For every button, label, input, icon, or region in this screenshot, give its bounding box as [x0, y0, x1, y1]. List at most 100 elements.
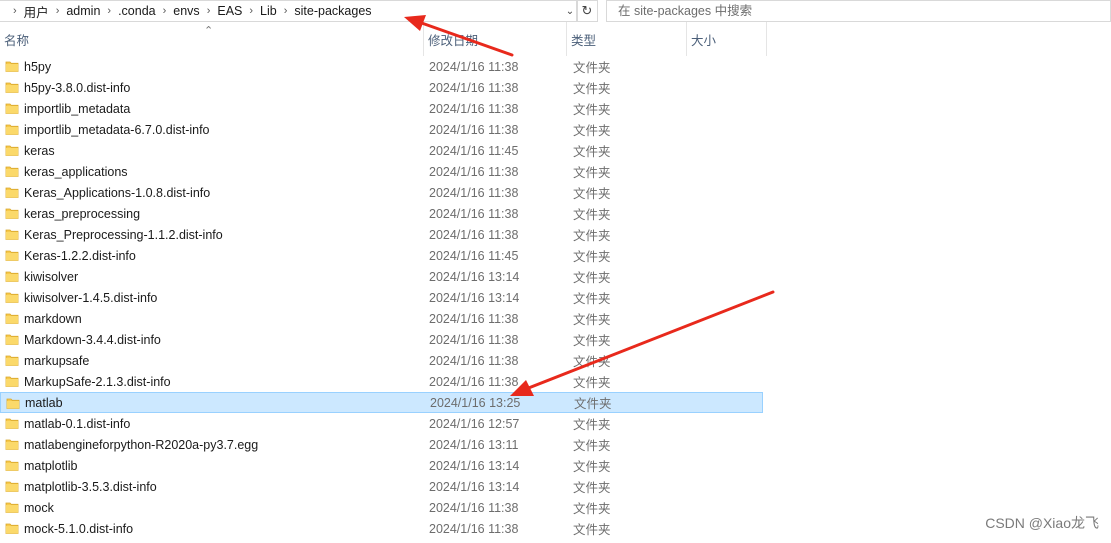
folder-icon [5, 292, 19, 303]
column-header-date[interactable]: 修改日期 [424, 22, 567, 56]
column-header-type[interactable]: 类型 [567, 22, 687, 56]
breadcrumb-item-envs[interactable]: envs [173, 4, 199, 18]
folder-icon [5, 124, 19, 135]
search-box[interactable] [606, 0, 1111, 22]
chevron-right-icon[interactable]: › [13, 5, 17, 17]
folder-icon [5, 187, 19, 198]
file-row[interactable]: Keras_Preprocessing-1.1.2.dist-info 2024/… [0, 224, 763, 245]
file-row[interactable]: mock-5.1.0.dist-info 2024/1/16 11:38 文件夹 [0, 518, 763, 539]
file-type: 文件夹 [573, 103, 611, 117]
folder-icon [5, 313, 19, 324]
breadcrumb-item-eas[interactable]: EAS [217, 4, 242, 18]
file-row[interactable]: MarkupSafe-2.1.3.dist-info 2024/1/16 11:3… [0, 371, 763, 392]
breadcrumb: › 用户 › admin › .conda › envs › EAS › Lib… [0, 1, 563, 21]
chevron-right-icon[interactable]: › [207, 5, 211, 17]
folder-icon [5, 208, 19, 219]
file-modified-date: 2024/1/16 13:14 [429, 458, 520, 473]
file-name: Keras_Applications-1.0.8.dist-info [24, 185, 211, 200]
file-type: 文件夹 [573, 208, 611, 222]
file-type: 文件夹 [573, 124, 611, 138]
file-row[interactable]: keras_applications 2024/1/16 11:38 文件夹 [0, 161, 763, 182]
file-row[interactable]: mock 2024/1/16 11:38 文件夹 [0, 497, 763, 518]
breadcrumb-item-site-packages[interactable]: site-packages [294, 4, 371, 18]
file-row[interactable]: importlib_metadata 2024/1/16 11:38 文件夹 [0, 98, 763, 119]
chevron-down-icon[interactable]: ⌄ [563, 1, 577, 21]
address-bar[interactable]: › 用户 › admin › .conda › envs › EAS › Lib… [0, 0, 578, 22]
breadcrumb-item-lib[interactable]: Lib [260, 4, 277, 18]
file-type: 文件夹 [573, 481, 611, 495]
file-name: h5py [24, 59, 52, 74]
file-row[interactable]: h5py 2024/1/16 11:38 文件夹 [0, 56, 763, 77]
file-type: 文件夹 [573, 376, 611, 390]
file-type: 文件夹 [573, 82, 611, 96]
folder-icon [6, 398, 20, 409]
file-row[interactable]: keras 2024/1/16 11:45 文件夹 [0, 140, 763, 161]
file-row[interactable]: Keras_Applications-1.0.8.dist-info 2024/1… [0, 182, 763, 203]
chevron-right-icon[interactable]: › [107, 5, 111, 17]
file-row[interactable]: matplotlib-3.5.3.dist-info 2024/1/16 13:1… [0, 476, 763, 497]
watermark: CSDN @Xiao龙飞 [985, 515, 1099, 531]
file-row[interactable]: matlab 2024/1/16 13:25 文件夹 [0, 392, 763, 413]
file-type: 文件夹 [573, 313, 611, 327]
chevron-right-icon[interactable]: › [163, 5, 167, 17]
file-modified-date: 2024/1/16 11:38 [429, 311, 519, 326]
file-name: MarkupSafe-2.1.3.dist-info [24, 374, 171, 389]
file-type: 文件夹 [573, 271, 611, 285]
breadcrumb-item-admin[interactable]: admin [66, 4, 100, 18]
file-modified-date: 2024/1/16 11:38 [429, 101, 519, 116]
file-modified-date: 2024/1/16 11:38 [429, 374, 519, 389]
search-input[interactable] [616, 3, 1110, 19]
file-row[interactable]: matplotlib 2024/1/16 13:14 文件夹 [0, 455, 763, 476]
file-type: 文件夹 [573, 355, 611, 369]
file-row[interactable]: kiwisolver 2024/1/16 13:14 文件夹 [0, 266, 763, 287]
refresh-icon[interactable]: ↻ [576, 0, 598, 22]
file-modified-date: 2024/1/16 11:38 [429, 332, 519, 347]
file-modified-date: 2024/1/16 11:38 [429, 59, 519, 74]
breadcrumb-item-users[interactable]: 用户 [24, 2, 49, 21]
folder-icon [5, 418, 19, 429]
file-row[interactable]: kiwisolver-1.4.5.dist-info 2024/1/16 13:1… [0, 287, 763, 308]
file-row[interactable]: keras_preprocessing 2024/1/16 11:38 文件夹 [0, 203, 763, 224]
file-name: matlab [25, 395, 63, 410]
column-header-name-label: 名称 [4, 33, 30, 48]
file-name: markupsafe [24, 353, 90, 368]
file-type: 文件夹 [573, 229, 611, 243]
breadcrumb-item-conda[interactable]: .conda [118, 4, 156, 18]
folder-icon [5, 376, 19, 387]
file-modified-date: 2024/1/16 11:38 [429, 353, 519, 368]
folder-icon [5, 166, 19, 177]
file-type: 文件夹 [573, 145, 611, 159]
chevron-right-icon[interactable]: › [249, 5, 253, 17]
file-row[interactable]: Keras-1.2.2.dist-info 2024/1/16 11:45 文件夹 [0, 245, 763, 266]
file-name: keras_preprocessing [24, 206, 141, 221]
file-type: 文件夹 [573, 502, 611, 516]
column-header-size[interactable]: 大小 [687, 22, 767, 56]
file-name: markdown [24, 311, 82, 326]
file-row[interactable]: Markdown-3.4.4.dist-info 2024/1/16 11:38 文… [0, 329, 763, 350]
file-name: Markdown-3.4.4.dist-info [24, 332, 161, 347]
chevron-right-icon[interactable]: › [284, 5, 288, 17]
file-name: Keras-1.2.2.dist-info [24, 248, 136, 263]
folder-icon [5, 460, 19, 471]
file-name: keras [24, 143, 55, 158]
file-name: keras_applications [24, 164, 128, 179]
folder-icon [5, 61, 19, 72]
file-row[interactable]: markdown 2024/1/16 11:38 文件夹 [0, 308, 763, 329]
file-row[interactable]: h5py-3.8.0.dist-info 2024/1/16 11:38 文件夹 [0, 77, 763, 98]
file-name: importlib_metadata [24, 101, 131, 116]
file-row[interactable]: matlabengineforpython-R2020a-py3.7.egg 20… [0, 434, 763, 455]
column-header-type-label: 类型 [571, 33, 597, 48]
file-row[interactable]: importlib_metadata-6.7.0.dist-info 2024/1… [0, 119, 763, 140]
file-row[interactable]: markupsafe 2024/1/16 11:38 文件夹 [0, 350, 763, 371]
file-row[interactable]: matlab-0.1.dist-info 2024/1/16 12:57 文件夹 [0, 413, 763, 434]
folder-icon [5, 439, 19, 450]
column-header: 名称 ⌃ 修改日期 类型 大小 [0, 22, 768, 56]
file-modified-date: 2024/1/16 13:14 [429, 479, 520, 494]
file-type: 文件夹 [573, 334, 611, 348]
folder-icon [5, 103, 19, 114]
file-modified-date: 2024/1/16 11:45 [429, 248, 519, 263]
file-type: 文件夹 [573, 292, 611, 306]
chevron-right-icon[interactable]: › [56, 5, 60, 17]
file-modified-date: 2024/1/16 11:38 [429, 122, 519, 137]
file-type: 文件夹 [573, 61, 611, 75]
